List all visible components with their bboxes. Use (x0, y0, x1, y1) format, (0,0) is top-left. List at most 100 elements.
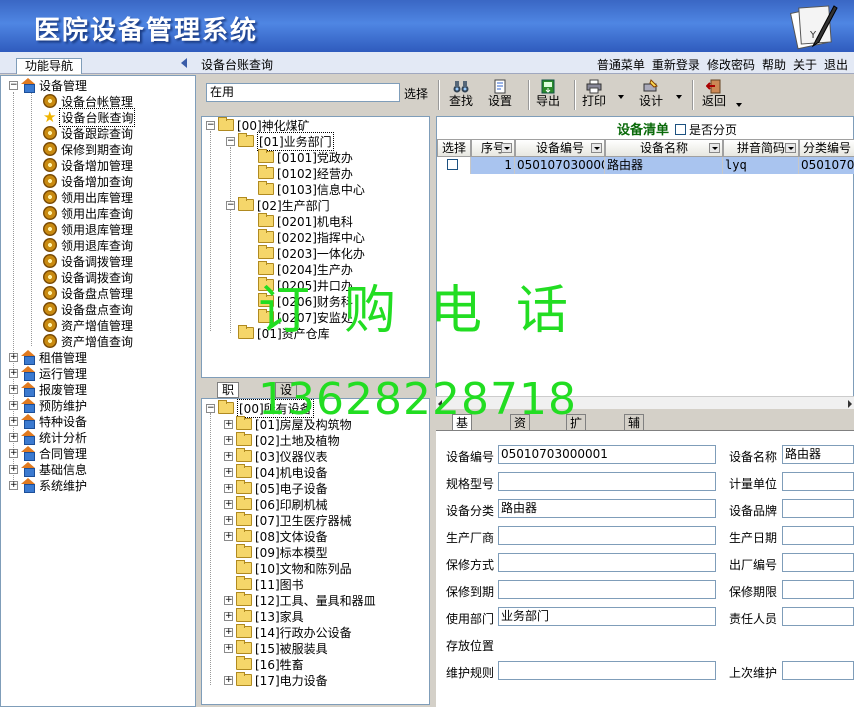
column-header[interactable]: 设备名称 (605, 139, 723, 157)
paging-checkbox[interactable]: 是否分页 (675, 121, 737, 138)
menu-normal[interactable]: 普通菜单 (597, 56, 645, 73)
dept-leaf[interactable]: [0207]安监处 (258, 309, 353, 325)
expand-icon[interactable]: + (224, 643, 233, 653)
expand-icon[interactable]: + (9, 480, 18, 490)
expand-icon[interactable]: + (224, 419, 233, 429)
sidebar-group[interactable]: + 特种设备 (9, 413, 87, 429)
dept-leaf[interactable]: [0203]一体化办 (258, 245, 365, 261)
manufacturer-field[interactable] (498, 526, 716, 545)
horizontal-scrollbar[interactable] (436, 396, 854, 409)
expand-icon[interactable]: + (9, 384, 18, 394)
sidebar-item[interactable]: 资产增值管理 (43, 317, 133, 333)
warranty-method-field[interactable] (498, 553, 716, 572)
dept-node[interactable]: − [01]业务部门 (226, 131, 334, 151)
category-item[interactable]: + [05]电子设备 (224, 480, 328, 496)
tab-auxiliary-info[interactable]: 辅助信息 (624, 414, 645, 478)
responsible-person-field[interactable] (782, 607, 854, 626)
category-item[interactable]: + [17]电力设备 (224, 672, 328, 688)
dept-leaf[interactable]: [0204]生产办 (258, 261, 353, 277)
category-item[interactable]: + [08]文体设备 (224, 528, 328, 544)
category-item[interactable]: + [14]行政办公设备 (224, 624, 352, 640)
table-cell[interactable]: 05010703000001 (515, 157, 605, 174)
production-date-field[interactable] (782, 526, 854, 545)
dept-leaf[interactable]: [0206]财务科 (258, 293, 353, 309)
location-field[interactable] (498, 634, 854, 653)
tab-employee-list[interactable]: 职工列表 (217, 382, 240, 442)
maintenance-rule-field[interactable] (498, 661, 716, 680)
tab-equipment-category[interactable]: 设备分类 (275, 382, 298, 442)
sidebar-group[interactable]: + 统计分析 (9, 429, 87, 445)
expand-icon[interactable]: + (224, 611, 233, 621)
sidebar-item[interactable]: 资产增值查询 (43, 333, 133, 349)
sidebar-group[interactable]: + 租借管理 (9, 349, 87, 365)
expand-icon[interactable]: + (224, 515, 233, 525)
design-dropdown-icon[interactable] (676, 95, 682, 99)
category-item[interactable]: + [07]卫生医疗器械 (224, 512, 352, 528)
menu-help[interactable]: 帮助 (762, 56, 786, 73)
expand-icon[interactable]: + (9, 352, 18, 362)
sidebar-item[interactable]: 领用退库查询 (43, 237, 133, 253)
column-filter-icon[interactable] (785, 143, 796, 153)
expand-icon[interactable]: + (224, 499, 233, 509)
expand-icon[interactable]: + (224, 627, 233, 637)
collapse-icon[interactable]: − (226, 136, 235, 146)
menu-change-password[interactable]: 修改密码 (707, 56, 755, 73)
sidebar-group[interactable]: + 运行管理 (9, 365, 87, 381)
export-button[interactable]: 导出 (529, 79, 567, 113)
table-cell[interactable]: 05010703 (799, 157, 854, 174)
expand-icon[interactable]: + (224, 595, 233, 605)
collapse-icon[interactable]: − (206, 120, 215, 130)
sidebar-item[interactable]: 设备盘点查询 (43, 301, 133, 317)
sidebar-group[interactable]: + 基础信息 (9, 461, 87, 477)
tab-asset-info[interactable]: 资产信息 (510, 414, 531, 478)
category-item[interactable]: + [01]房屋及构筑物 (224, 416, 352, 432)
expand-icon[interactable]: + (9, 448, 18, 458)
status-filter-input[interactable]: 在用 (206, 83, 400, 102)
warranty-period-field[interactable] (782, 580, 854, 599)
expand-icon[interactable]: + (224, 675, 233, 685)
category-item[interactable]: [09]标本模型 (236, 544, 328, 560)
sidebar-root[interactable]: − 设备管理 (9, 77, 87, 93)
checkbox-icon[interactable] (675, 124, 686, 135)
equipment-name-field[interactable]: 路由器 (782, 445, 854, 464)
dept-leaf[interactable]: [0103]信息中心 (258, 181, 365, 197)
expand-icon[interactable]: + (9, 464, 18, 474)
collapse-sidebar-icon[interactable] (181, 58, 187, 68)
sidebar-item[interactable]: 设备跟踪查询 (43, 125, 133, 141)
collapse-icon[interactable]: − (9, 80, 18, 90)
brand-field[interactable] (782, 499, 854, 518)
back-button[interactable]: 返回 (695, 79, 733, 113)
expand-icon[interactable]: + (224, 483, 233, 493)
sidebar-item[interactable]: 保修到期查询 (43, 141, 133, 157)
sidebar-group[interactable]: + 系统维护 (9, 477, 87, 493)
sidebar-item[interactable]: 领用退库管理 (43, 221, 133, 237)
expand-icon[interactable]: + (9, 400, 18, 410)
row-checkbox-icon[interactable] (446, 159, 458, 170)
expand-icon[interactable]: + (224, 451, 233, 461)
category-item[interactable]: + [13]家具 (224, 608, 304, 624)
expand-icon[interactable]: + (224, 467, 233, 477)
collapse-icon[interactable]: − (206, 403, 215, 413)
table-cell[interactable]: 路由器 (605, 157, 723, 174)
category-item[interactable]: + [06]印刷机械 (224, 496, 328, 512)
dept-leaf[interactable]: [0101]党政办 (258, 149, 353, 165)
category-item[interactable]: [16]牲畜 (236, 656, 304, 672)
column-filter-icon[interactable] (501, 143, 512, 153)
sidebar-item[interactable]: 设备增加查询 (43, 173, 133, 189)
column-header[interactable]: 设备编号 (515, 139, 605, 157)
menu-exit[interactable]: 退出 (824, 56, 848, 73)
expand-icon[interactable]: + (9, 416, 18, 426)
sidebar-item[interactable]: 设备调拨查询 (43, 269, 133, 285)
column-header[interactable]: 序号 (471, 139, 515, 157)
sidebar-item[interactable]: 领用出库管理 (43, 189, 133, 205)
function-nav-tab[interactable]: 功能导航 (16, 58, 83, 74)
column-filter-icon[interactable] (591, 143, 602, 153)
sidebar-group[interactable]: + 合同管理 (9, 445, 87, 461)
sidebar-item[interactable]: 设备调拨管理 (43, 253, 133, 269)
category-field[interactable]: 路由器 (498, 499, 716, 518)
column-header[interactable]: 分类编号 (799, 139, 854, 157)
table-cell[interactable]: 1 (471, 157, 515, 174)
find-button[interactable]: 查找 (442, 79, 480, 113)
category-item[interactable]: + [04]机电设备 (224, 464, 328, 480)
select-button[interactable]: 选择 (404, 85, 428, 102)
